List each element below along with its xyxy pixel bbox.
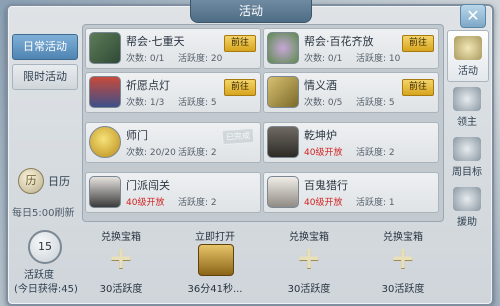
tab-assist[interactable]: 援助 (447, 182, 487, 232)
level-requirement: 40级开放 (304, 148, 343, 158)
chest-caption: 30活跃度 (99, 284, 143, 295)
go-button[interactable]: 前往 (402, 35, 434, 52)
activity-name: 师门 (126, 129, 148, 142)
chest-slot[interactable]: 兑换宝箱 + 30活跃度 (274, 226, 344, 298)
tab-label: 援助 (457, 217, 477, 228)
chest-caption: 36分41秒... (187, 284, 243, 295)
activity-points: 活跃度: 2 (178, 148, 217, 158)
activity-card[interactable]: 帮会·百花齐放 次数: 0/1 活跃度: 10 前往 (263, 28, 439, 69)
activity-card[interactable]: 祈愿点灯 次数: 1/3 活跃度: 5 前往 (85, 72, 261, 113)
chest-slot[interactable]: 兑换宝箱 + 30活跃度 (86, 226, 156, 298)
calendar-icon: 历 (18, 168, 44, 194)
activity-today-gained: (今日获得:45) (14, 284, 78, 295)
level-requirement: 40级开放 (304, 198, 343, 208)
activity-card[interactable]: 乾坤炉 40级开放 活跃度: 2 (263, 122, 439, 163)
activity-card[interactable]: 帮会·七重天 次数: 0/1 活跃度: 20 前往 (85, 28, 261, 69)
activity-points-label: 活跃度 (24, 270, 54, 281)
activity-count: 次数: 1/3 (126, 98, 165, 108)
activity-name: 帮会·七重天 (126, 35, 185, 48)
activity-count: 次数: 20/20 (126, 148, 176, 158)
tab-label: 周目标 (452, 167, 482, 178)
go-button[interactable]: 前往 (224, 79, 256, 96)
activity-points: 活跃度: 2 (356, 148, 395, 158)
castle-icon (453, 87, 481, 111)
flowers-icon (267, 32, 299, 64)
activity-name: 百鬼猎行 (304, 179, 348, 192)
tab-weekly-goal[interactable]: 周目标 (447, 132, 487, 182)
close-button[interactable]: ✕ (460, 4, 486, 28)
activity-count: 次数: 0/1 (304, 54, 343, 64)
chest-icon (453, 137, 481, 161)
activity-card[interactable]: 门派闯关 40级开放 活跃度: 2 (85, 172, 261, 213)
window-title: 活动 (190, 0, 312, 23)
chest-title: 立即打开 (195, 232, 235, 243)
calendar-button[interactable]: 历 日历 (18, 168, 88, 194)
activity-name: 情义酒 (304, 79, 337, 92)
activity-card[interactable]: 师门 次数: 20/20 活跃度: 2 已完成 (85, 122, 261, 163)
warrior-portrait-icon (89, 176, 121, 208)
activity-card[interactable]: 百鬼猎行 40级开放 活跃度: 1 (263, 172, 439, 213)
helping-hand-icon (453, 187, 481, 211)
activity-points: 活跃度: 2 (178, 198, 217, 208)
tab-label: 领主 (457, 117, 477, 128)
go-button[interactable]: 前往 (224, 35, 256, 52)
activity-card[interactable]: 情义酒 次数: 0/5 活跃度: 5 前往 (263, 72, 439, 113)
furnace-icon (267, 126, 299, 158)
chest-caption: 30活跃度 (287, 284, 331, 295)
activity-points: 活跃度: 5 (178, 98, 217, 108)
completed-stamp: 已完成 (221, 127, 255, 146)
activity-points: 活跃度: 1 (356, 198, 395, 208)
chest-caption: 30活跃度 (381, 284, 425, 295)
activity-name: 乾坤炉 (304, 129, 337, 142)
activity-name: 帮会·百花齐放 (304, 35, 374, 48)
activity-points: 活跃度: 10 (356, 54, 401, 64)
treasure-chest-icon (198, 244, 234, 276)
plus-icon: + (108, 241, 134, 276)
tab-label: 活动 (458, 66, 478, 77)
activity-name: 祈愿点灯 (126, 79, 170, 92)
refresh-note: 每日5:00刷新 (12, 208, 75, 219)
tab-limited-activities[interactable]: 限时活动 (12, 64, 78, 90)
tab-activity[interactable]: 活动 (447, 30, 489, 82)
activity-points: 活跃度: 20 (178, 54, 223, 64)
wine-cup-icon (267, 76, 299, 108)
plus-icon: + (390, 241, 416, 276)
gold-medal-icon (89, 126, 121, 158)
chest-slot[interactable]: 兑换宝箱 + 30活跃度 (368, 226, 438, 298)
activity-points-gauge: 15 (28, 230, 62, 264)
lantern-icon (89, 76, 121, 108)
tab-daily-activities[interactable]: 日常活动 (12, 34, 78, 60)
tab-lord[interactable]: 领主 (447, 82, 487, 132)
calendar-label: 日历 (48, 175, 70, 188)
activity-points: 活跃度: 5 (356, 98, 395, 108)
plus-icon: + (296, 241, 322, 276)
activity-count: 次数: 0/1 (126, 54, 165, 64)
scroll-icon (267, 176, 299, 208)
level-requirement: 40级开放 (126, 198, 165, 208)
activity-name: 门派闯关 (126, 179, 170, 192)
activity-count: 次数: 0/5 (304, 98, 343, 108)
gift-icon (454, 36, 482, 60)
shield-icon (89, 32, 121, 64)
go-button[interactable]: 前往 (402, 79, 434, 96)
chest-slot[interactable]: 立即打开 36分41秒... (180, 226, 250, 298)
